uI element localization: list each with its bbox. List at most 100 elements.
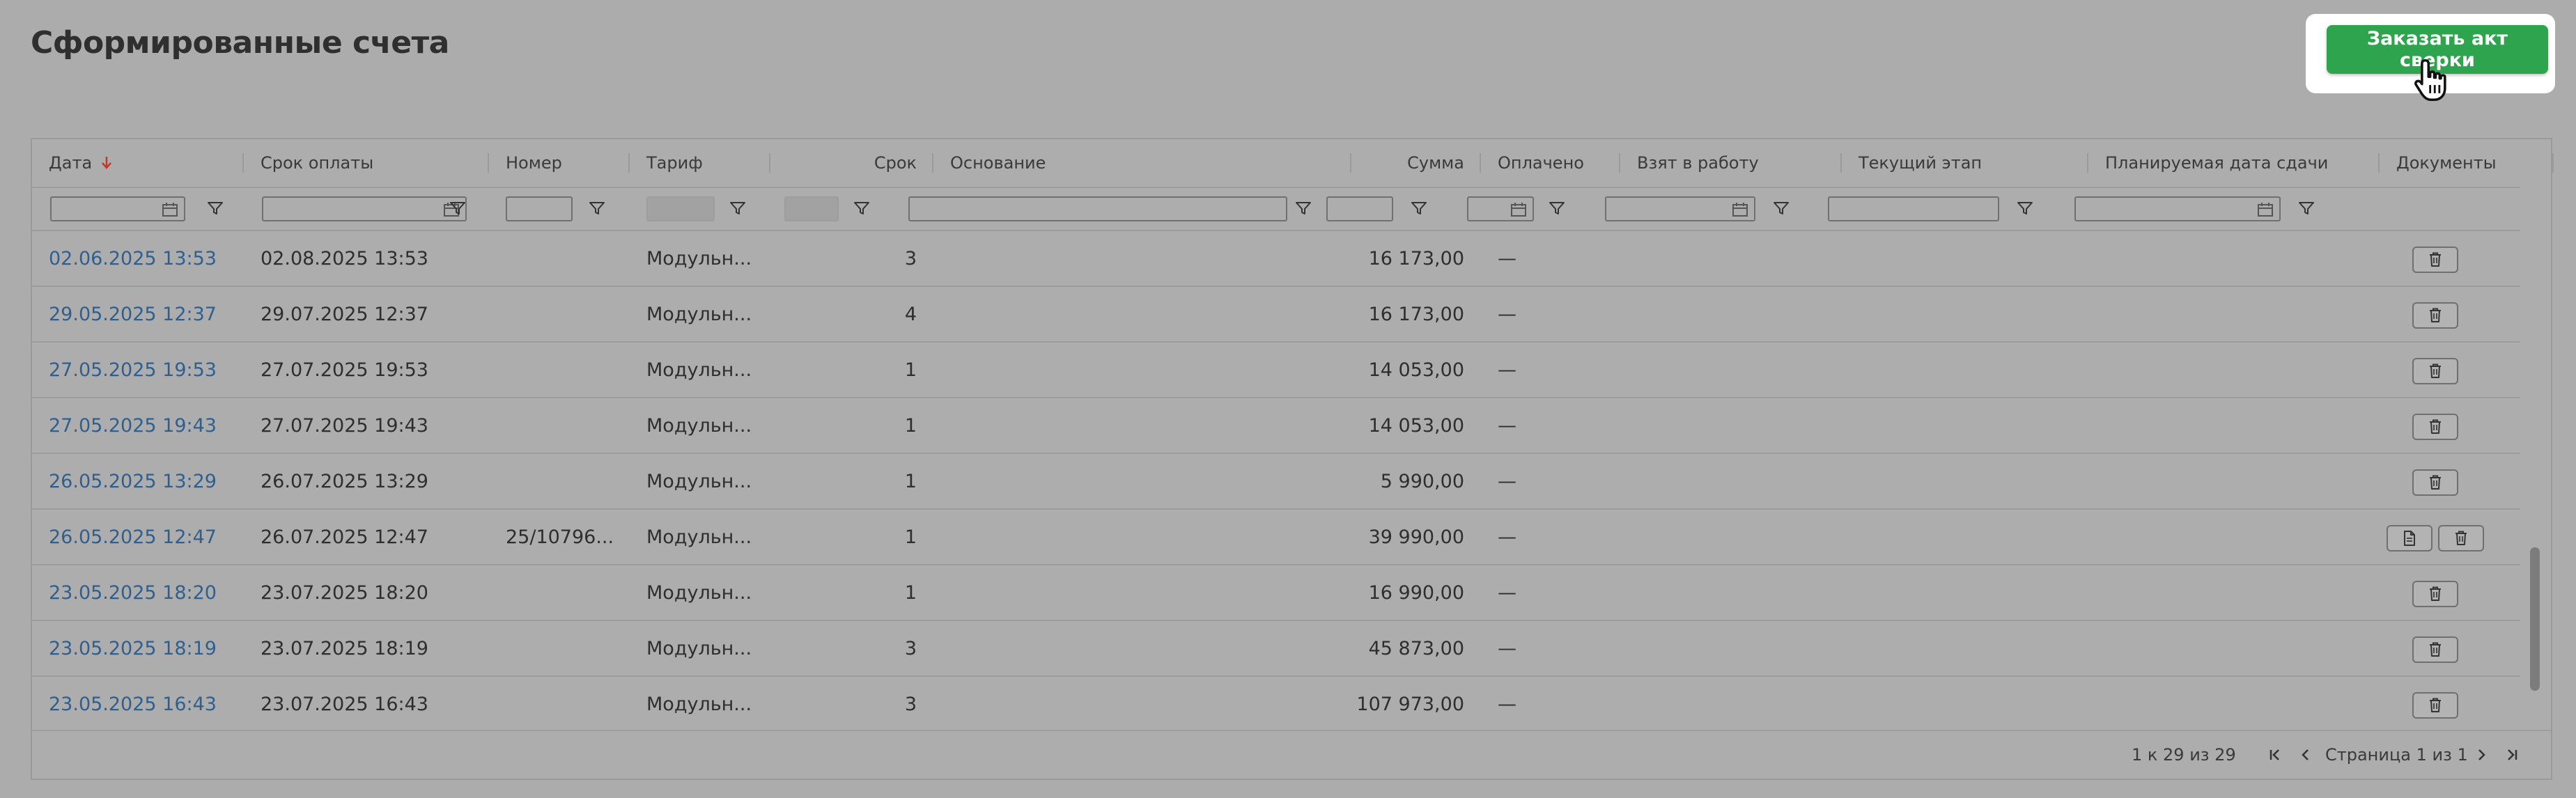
table-row[interactable]: 27.05.2025 19:53 27.07.2025 19:53 Модульн.… (32, 343, 2520, 398)
delete-button[interactable] (2412, 358, 2458, 384)
column-header-label: Текущий этап (1859, 153, 1983, 173)
cell-term: 3 (904, 637, 917, 659)
table-row[interactable]: 02.06.2025 13:53 02.08.2025 13:53 Модульн.… (32, 231, 2520, 287)
cell-date-link[interactable]: 02.06.2025 13:53 (32, 231, 244, 285)
column-header-label: Срок оплаты (261, 153, 374, 173)
column-header-tariff[interactable]: Тариф (630, 139, 770, 187)
column-header-planned[interactable]: Планируемая дата сдачи (2088, 139, 2380, 187)
calendar-icon[interactable] (1510, 202, 1527, 217)
column-header-basis[interactable]: Основание (933, 139, 1351, 187)
column-header-term[interactable]: Срок (770, 139, 933, 187)
table-row[interactable]: 23.05.2025 18:19 23.07.2025 18:19 Модульн.… (32, 621, 2520, 677)
filter-row (32, 187, 2520, 231)
filter-funnel-icon[interactable] (206, 199, 224, 217)
first-page-icon[interactable] (2265, 745, 2285, 765)
table-row[interactable]: 26.05.2025 13:29 26.07.2025 13:29 Модульн.… (32, 454, 2520, 510)
delete-button[interactable] (2412, 636, 2458, 663)
vertical-scrollbar[interactable] (2520, 231, 2551, 730)
filter-funnel-icon[interactable] (729, 199, 747, 217)
trash-icon (2453, 530, 2469, 547)
cell-paid: — (1498, 637, 1516, 659)
delete-button[interactable] (2438, 525, 2484, 551)
filter-funnel-icon[interactable] (1772, 199, 1790, 217)
filter-funnel-icon[interactable] (1548, 199, 1566, 217)
cell-date-link[interactable]: 26.05.2025 12:47 (32, 510, 244, 564)
column-header-docs[interactable]: Документы (2380, 139, 2554, 187)
cell-tariff: Модульн... (646, 414, 752, 437)
cell-paid: — (1498, 359, 1516, 381)
column-header-paid[interactable]: Оплачено (1481, 139, 1620, 187)
term-filter-input[interactable] (784, 196, 839, 221)
calendar-icon[interactable] (2257, 202, 2274, 217)
column-header-number[interactable]: Номер (489, 139, 630, 187)
table-row[interactable]: 26.05.2025 12:47 26.07.2025 12:47 25/10796… (32, 510, 2520, 565)
filter-funnel-icon[interactable] (2016, 199, 2034, 217)
amount-filter-input[interactable] (1326, 196, 1393, 221)
column-header-label: Срок (874, 153, 917, 173)
cell-date-link[interactable]: 23.05.2025 16:43 (32, 677, 244, 730)
filter-funnel-icon[interactable] (2297, 199, 2315, 217)
pagination-info: 1 к 29 из 29 (2132, 745, 2236, 765)
column-header-stage[interactable]: Текущий этап (1842, 139, 2088, 187)
delete-button[interactable] (2412, 581, 2458, 607)
column-header-amount[interactable]: Сумма (1351, 139, 1481, 187)
delete-button[interactable] (2412, 247, 2458, 273)
cell-date-link[interactable]: 27.05.2025 19:53 (32, 343, 244, 397)
cell-paid: — (1498, 581, 1516, 604)
trash-icon (2428, 307, 2443, 324)
next-page-icon[interactable] (2472, 745, 2491, 765)
filter-funnel-icon[interactable] (853, 199, 871, 217)
planned-filter-input[interactable] (2074, 196, 2281, 221)
cell-date-link[interactable]: 23.05.2025 18:19 (32, 621, 244, 675)
number-filter-input[interactable] (506, 196, 573, 221)
cell-amount: 16 173,00 (1368, 303, 1464, 325)
cell-date-link[interactable]: 26.05.2025 13:29 (32, 454, 244, 508)
page-indicator: Страница 1 из 1 (2325, 745, 2468, 765)
cell-number (489, 621, 630, 675)
cell-term: 1 (904, 359, 917, 381)
sort-down-arrow-icon (102, 157, 112, 169)
calendar-icon[interactable] (162, 202, 178, 217)
cell-tariff: Модульн... (646, 359, 752, 381)
table-row[interactable]: 23.05.2025 18:20 23.07.2025 18:20 Модульн.… (32, 565, 2520, 621)
paid-filter-input[interactable] (1467, 196, 1534, 221)
cell-number (489, 398, 630, 453)
calendar-icon[interactable] (1732, 202, 1748, 217)
cell-tariff: Модульн... (646, 581, 752, 604)
column-header-label: Основание (950, 153, 1046, 173)
basis-filter-input[interactable] (908, 196, 1287, 221)
filter-funnel-icon[interactable] (588, 199, 606, 217)
filter-funnel-icon[interactable] (449, 199, 467, 217)
due-filter-input[interactable] (262, 196, 467, 221)
filter-funnel-icon[interactable] (1294, 199, 1312, 217)
column-header-due[interactable]: Срок оплаты (244, 139, 489, 187)
stage-filter-input[interactable] (1828, 196, 1999, 221)
previous-page-icon[interactable] (2296, 745, 2315, 765)
document-button[interactable] (2387, 525, 2433, 551)
date-filter-input[interactable] (50, 196, 185, 221)
delete-button[interactable] (2412, 692, 2458, 719)
cell-date-link[interactable]: 29.05.2025 12:37 (32, 287, 244, 341)
scrollbar-thumb[interactable] (2530, 547, 2540, 691)
cell-tariff: Модульн... (646, 693, 752, 715)
column-header-taken[interactable]: Взят в работу (1620, 139, 1842, 187)
tariff-filter-input[interactable] (646, 196, 715, 221)
taken-filter-input[interactable] (1605, 196, 1755, 221)
cell-date-link[interactable]: 27.05.2025 19:43 (32, 398, 244, 453)
invoices-table: Дата Срок оплаты Номер Тариф Срок Основа… (31, 138, 2554, 780)
cell-number (489, 231, 630, 285)
delete-button[interactable] (2412, 469, 2458, 496)
cell-paid: — (1498, 526, 1516, 548)
cell-paid: — (1498, 693, 1516, 715)
delete-button[interactable] (2412, 414, 2458, 440)
cell-amount: 14 053,00 (1368, 414, 1464, 437)
cell-date-link[interactable]: 23.05.2025 18:20 (32, 565, 244, 620)
table-row[interactable]: 29.05.2025 12:37 29.07.2025 12:37 Модульн.… (32, 287, 2520, 343)
cell-term: 3 (904, 247, 917, 269)
filter-funnel-icon[interactable] (1410, 199, 1428, 217)
table-row[interactable]: 23.05.2025 16:43 23.07.2025 16:43 Модульн.… (32, 677, 2520, 730)
table-row[interactable]: 27.05.2025 19:43 27.07.2025 19:43 Модульн.… (32, 398, 2520, 454)
delete-button[interactable] (2412, 302, 2458, 329)
last-page-icon[interactable] (2502, 745, 2522, 765)
column-header-date[interactable]: Дата (32, 139, 244, 187)
